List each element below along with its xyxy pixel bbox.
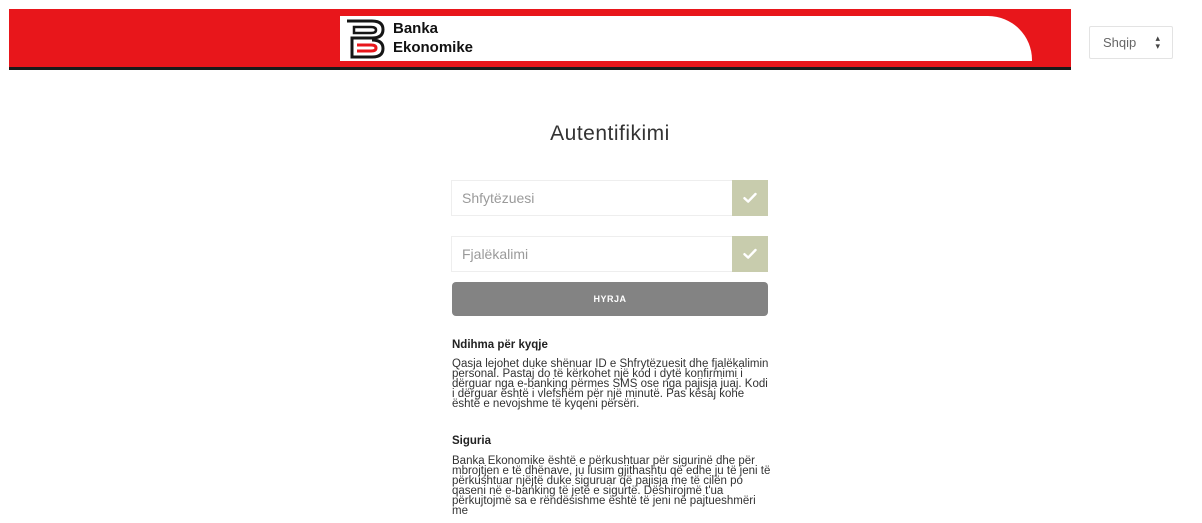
bank-name: Banka Ekonomike (393, 19, 473, 57)
security-text: Banka Ekonomike është e përkushtuar për … (452, 455, 771, 517)
security-section: Siguria Banka Ekonomike është e përkusht… (452, 435, 772, 517)
password-input[interactable] (452, 237, 732, 271)
username-valid-indicator (732, 180, 768, 216)
checkmark-icon (743, 192, 757, 203)
bank-logo-icon (347, 19, 385, 59)
updown-arrow-icon: ▴ ▾ (1155, 33, 1160, 51)
username-field (451, 180, 768, 216)
username-input[interactable] (452, 181, 732, 215)
logo-panel: Banka Ekonomike (340, 16, 1032, 61)
login-button[interactable]: HYRJA (452, 282, 768, 316)
bank-name-line1: Banka (393, 20, 439, 37)
password-field (451, 236, 768, 272)
checkmark-icon (743, 248, 757, 259)
password-valid-indicator (732, 236, 768, 272)
header-bar: Banka Ekonomike (9, 9, 1071, 70)
page-title: Autentifikimi (550, 122, 670, 145)
login-help-section: Ndihma për kyqje Qasja lejohet duke shën… (452, 339, 772, 410)
language-selected-label: Shqip (1103, 35, 1137, 50)
login-help-heading: Ndihma për kyqje (452, 339, 548, 351)
security-heading: Siguria (452, 435, 491, 447)
bank-name-line2: Ekonomike (393, 39, 474, 56)
login-help-text: Qasja lejohet duke shënuar ID e Shfrytëz… (452, 358, 769, 410)
language-select[interactable]: Shqip ▴ ▾ (1089, 26, 1173, 59)
